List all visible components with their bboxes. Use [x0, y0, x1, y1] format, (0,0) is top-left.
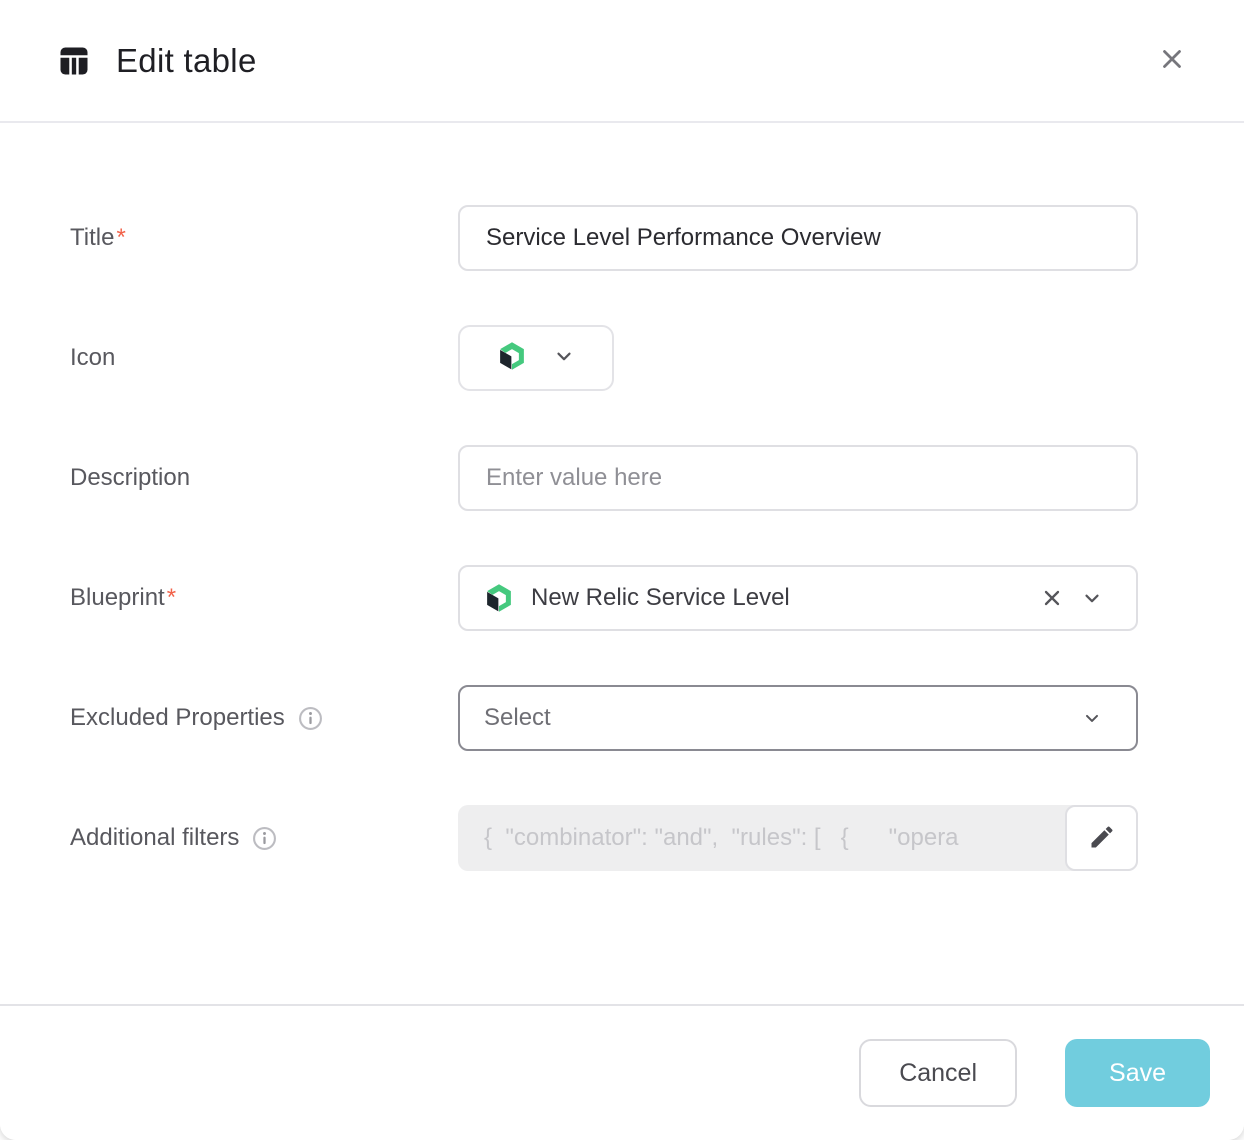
- new-relic-logo-icon: [484, 583, 514, 613]
- close-icon: [1157, 44, 1187, 77]
- excluded-properties-placeholder: Select: [484, 704, 551, 732]
- close-button[interactable]: [1148, 37, 1196, 85]
- required-asterisk: *: [116, 224, 125, 252]
- form-row-description: Description: [0, 445, 1244, 511]
- form-row-additional-filters: Additional filters: [0, 805, 1244, 871]
- info-icon[interactable]: [252, 826, 277, 851]
- chevron-down-icon: [1072, 698, 1112, 738]
- excluded-properties-label: Excluded Properties: [70, 704, 458, 732]
- pencil-icon: [1088, 823, 1116, 854]
- clear-x-icon[interactable]: [1032, 578, 1072, 618]
- chevron-down-icon[interactable]: [1072, 578, 1112, 618]
- modal-footer: Cancel Save: [0, 1004, 1244, 1140]
- modal-title: Edit table: [116, 42, 1148, 80]
- excluded-properties-select[interactable]: Select: [458, 685, 1138, 751]
- title-input[interactable]: [458, 205, 1138, 271]
- modal-body: Title* Icon: [0, 123, 1244, 871]
- form-row-excluded-properties: Excluded Properties Select: [0, 685, 1244, 751]
- icon-label: Icon: [70, 344, 458, 372]
- description-label: Description: [70, 464, 458, 492]
- title-label: Title*: [70, 224, 458, 252]
- chevron-down-icon: [553, 345, 575, 372]
- table-icon: [56, 43, 92, 79]
- additional-filters-input: [458, 805, 1138, 871]
- description-input[interactable]: [458, 445, 1138, 511]
- modal-header: Edit table: [0, 0, 1244, 123]
- edit-table-modal: Edit table Title* Icon: [0, 0, 1244, 1140]
- info-icon[interactable]: [298, 706, 323, 731]
- form-row-icon: Icon: [0, 325, 1244, 391]
- form-row-title: Title*: [0, 205, 1244, 271]
- edit-filters-button[interactable]: [1065, 805, 1138, 871]
- save-button[interactable]: Save: [1065, 1039, 1210, 1107]
- new-relic-logo-icon: [497, 341, 527, 376]
- cancel-button[interactable]: Cancel: [859, 1039, 1017, 1107]
- icon-dropdown[interactable]: [458, 325, 614, 391]
- blueprint-value: New Relic Service Level: [531, 584, 790, 612]
- blueprint-label: Blueprint*: [70, 584, 458, 612]
- required-asterisk: *: [167, 584, 176, 612]
- additional-filters-label: Additional filters: [70, 824, 458, 852]
- form-row-blueprint: Blueprint* New Relic Service Level: [0, 565, 1244, 631]
- blueprint-select[interactable]: New Relic Service Level: [458, 565, 1138, 631]
